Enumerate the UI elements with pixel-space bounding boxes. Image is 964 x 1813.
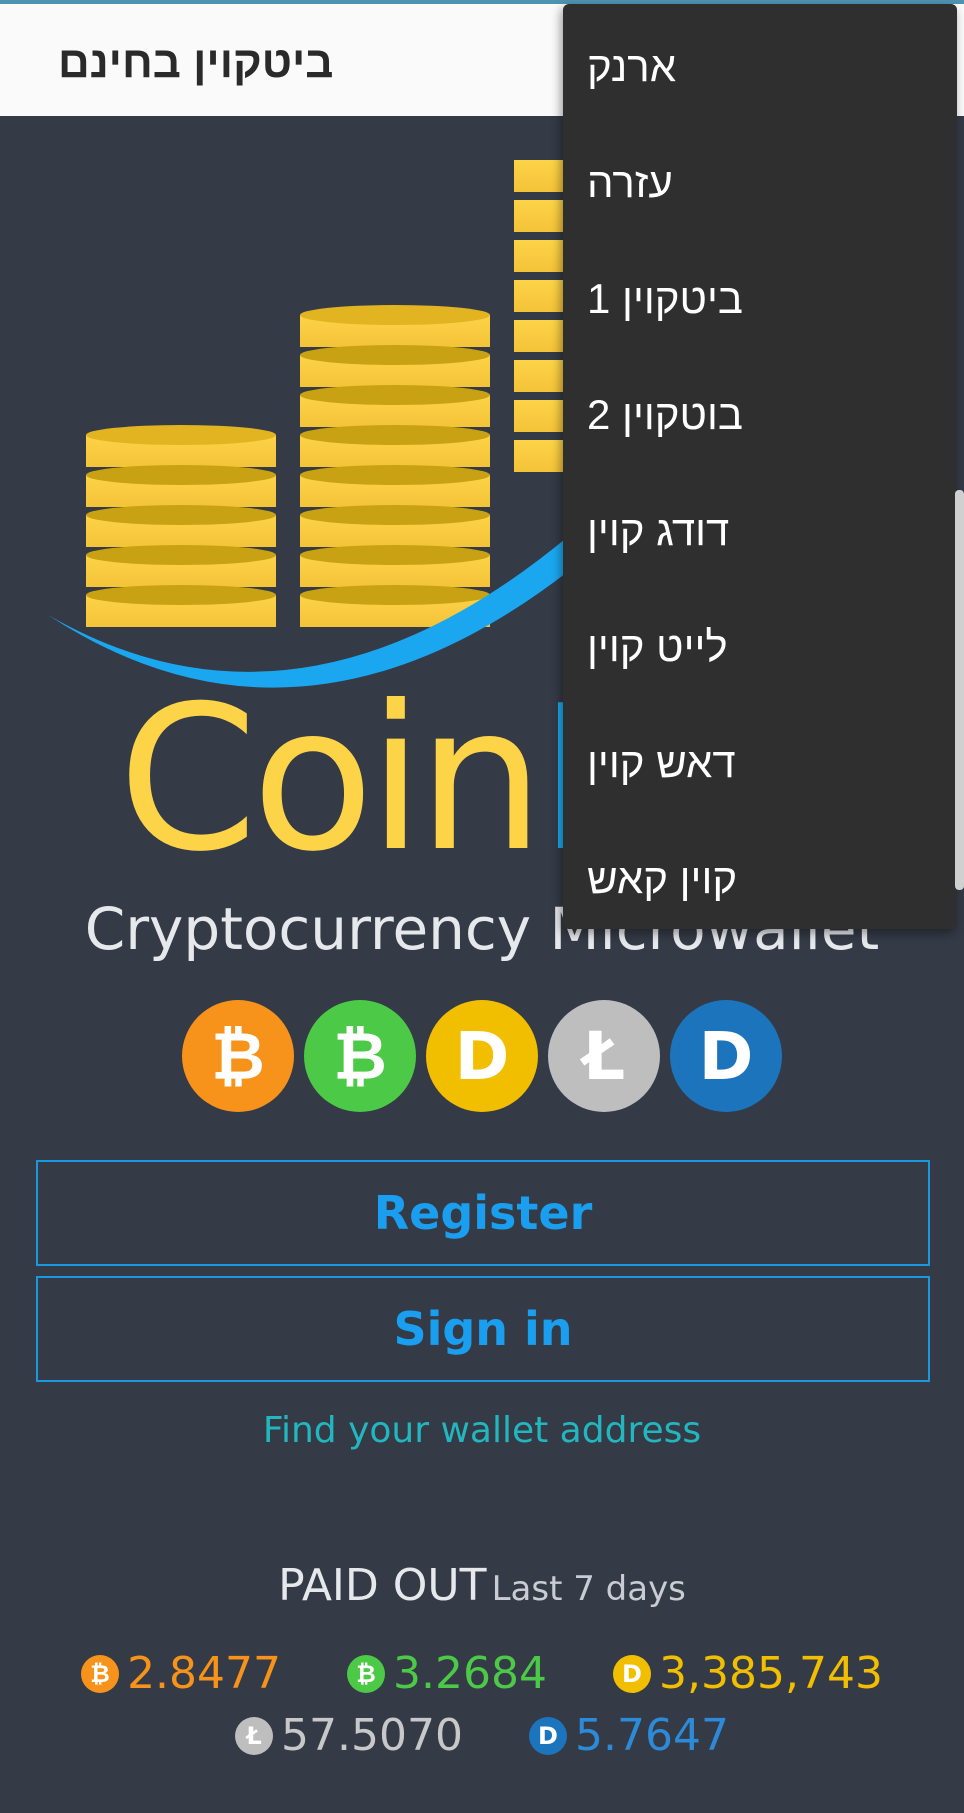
menu-item-bitcoin-2[interactable]: בוטקוין 2 — [587, 380, 917, 450]
menu-item-help[interactable]: עזרה — [587, 148, 917, 218]
bitcoin-cash-icon: ₿ — [347, 1655, 386, 1693]
menu-item-dogecoin[interactable]: דודג קוין — [587, 496, 917, 566]
stat-dash-value: 5.7647 — [574, 1710, 729, 1761]
dash-icon: D — [670, 1000, 782, 1112]
nav-dropdown-menu: ארנק עזרה ביטקוין 1 בוטקוין 2 דודג קוין … — [563, 4, 957, 929]
dogecoin-icon: D — [426, 1000, 538, 1112]
stat-dogecoin: D 3,385,743 — [613, 1646, 883, 1702]
dogecoin-glyph: D — [454, 1017, 510, 1095]
stat-bitcoin-cash: ₿ 3.2684 — [347, 1646, 547, 1702]
stat-bitcoin: ₿ 2.8477 — [81, 1646, 281, 1702]
stat-litecoin: Ł 57.5070 — [235, 1708, 463, 1764]
paid-out-stats: ₿ 2.8477 ₿ 3.2684 D 3,385,743 Ł 57.5070 … — [40, 1640, 924, 1764]
menu-item-bitcoin-1[interactable]: ביטקוין 1 — [587, 264, 917, 334]
menu-item-dash[interactable]: דאש קוין — [587, 728, 917, 798]
find-wallet-link[interactable]: Find your wallet address — [0, 1410, 964, 1451]
menu-item-coin-cash[interactable]: קוין קאש — [587, 844, 917, 914]
bitcoin-glyph: ₿ — [211, 1017, 265, 1095]
litecoin-icon: Ł — [235, 1717, 274, 1755]
stat-dash: D 5.7647 — [528, 1708, 729, 1764]
bitcoin-icon: ₿ — [182, 1000, 294, 1112]
coin-icons-row: ₿ ₿ D Ł D — [0, 1000, 964, 1115]
paid-out-subtitle: Last 7 days — [491, 1569, 686, 1609]
dogecoin-icon: D — [613, 1655, 651, 1693]
bitcoin-cash-glyph: ₿ — [333, 1017, 387, 1095]
page-scrollbar[interactable] — [955, 490, 964, 890]
bitcoin-cash-icon: ₿ — [304, 1000, 416, 1112]
litecoin-icon: Ł — [548, 1000, 660, 1112]
sign-in-button[interactable]: Sign in — [36, 1276, 930, 1382]
stat-dogecoin-value: 3,385,743 — [659, 1648, 883, 1699]
stat-bitcoin-value: 2.8477 — [127, 1648, 282, 1699]
brand-main-text: Coin — [118, 663, 544, 896]
bitcoin-icon: ₿ — [81, 1655, 120, 1693]
dash-glyph: D — [698, 1017, 754, 1095]
dash-icon: D — [528, 1717, 567, 1755]
menu-item-litecoin[interactable]: לייט קוין — [587, 612, 917, 682]
register-button[interactable]: Register — [36, 1160, 930, 1266]
stat-litecoin-value: 57.5070 — [281, 1710, 463, 1761]
paid-out-heading: PAID OUT Last 7 days — [0, 1560, 964, 1611]
stat-bitcoin-cash-value: 3.2684 — [393, 1648, 547, 1699]
site-title[interactable]: ביטקוין בחינם — [58, 38, 333, 88]
menu-item-wallet[interactable]: ארנק — [587, 32, 917, 102]
litecoin-glyph: Ł — [582, 1017, 626, 1095]
paid-out-title: PAID OUT — [278, 1560, 487, 1611]
